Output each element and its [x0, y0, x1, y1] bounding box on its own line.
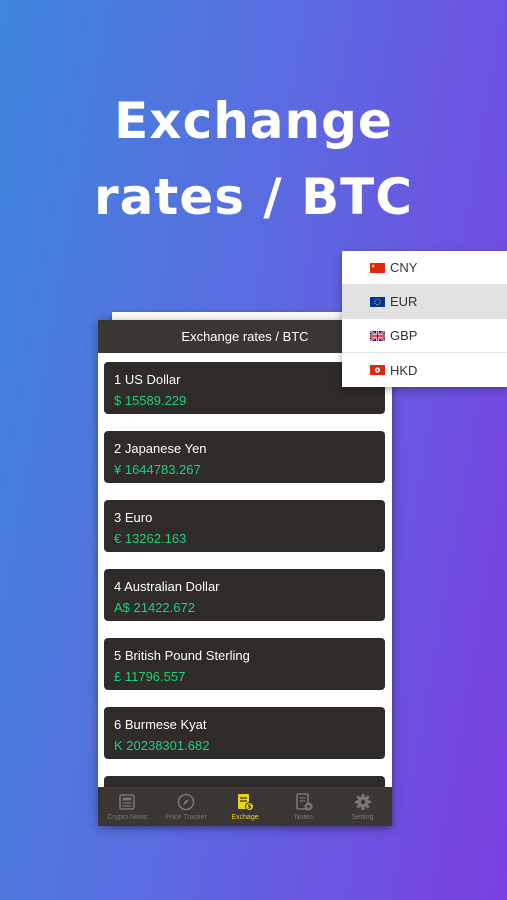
- rate-value: K 20238301.682: [114, 738, 210, 753]
- rate-name: 5 British Pound Sterling: [114, 648, 250, 663]
- rate-value: £ 11796.557: [114, 669, 186, 684]
- tab-exchage[interactable]: $ Exchage: [216, 787, 275, 826]
- tab-notes[interactable]: Notes: [274, 787, 333, 826]
- tab-crypto-news[interactable]: Crypto News: [98, 787, 157, 826]
- headline-line-2: rates / BTC: [94, 168, 413, 226]
- rate-value: $ 15589.229: [114, 393, 187, 408]
- dropdown-item-gbp[interactable]: GBP: [342, 319, 507, 353]
- rate-card[interactable]: 3 Euro € 13262.163: [104, 500, 385, 552]
- uk-flag-icon: [370, 331, 385, 341]
- rate-card[interactable]: 6 Burmese Kyat K 20238301.682: [104, 707, 385, 759]
- currency-code: HKD: [390, 362, 418, 378]
- china-flag-icon: [370, 263, 385, 273]
- dropdown-item-hkd[interactable]: HKD: [342, 353, 507, 387]
- nav-title: Exchange rates / BTC: [181, 329, 309, 344]
- gear-icon: [354, 794, 371, 810]
- rate-value: ¥ 1644783.267: [114, 462, 201, 477]
- notes-icon: [295, 793, 313, 811]
- tab-label: Exchage: [231, 814, 259, 821]
- currency-code: CNY: [390, 260, 418, 275]
- dropdown-item-cny[interactable]: CNY: [342, 251, 507, 285]
- tab-label: Setting: [351, 814, 374, 821]
- compass-icon: [177, 793, 195, 811]
- eu-flag-icon: [370, 297, 385, 307]
- newspaper-icon: [119, 794, 136, 810]
- svg-text:$: $: [247, 804, 251, 811]
- tab-price-tracker[interactable]: Price Tracker: [157, 787, 216, 826]
- app-screen: Exchange rates / BTC 1 US Dollar $ 15589…: [98, 320, 392, 826]
- rate-card[interactable]: 2 Japanese Yen ¥ 1644783.267: [104, 431, 385, 483]
- currency-dropdown: CNY EUR GBP HKD: [342, 251, 507, 387]
- rate-name: 3 Euro: [114, 510, 153, 525]
- tab-label: Price Tracker: [165, 814, 207, 821]
- rate-card[interactable]: 5 British Pound Sterling £ 11796.557: [104, 638, 385, 690]
- rate-name: 1 US Dollar: [114, 372, 181, 387]
- rate-value: A$ 21422.672: [114, 600, 195, 615]
- hong-kong-flag-icon: [370, 365, 385, 375]
- rate-name: 6 Burmese Kyat: [114, 717, 207, 732]
- rate-card[interactable]: 4 Australian Dollar A$ 21422.672: [104, 569, 385, 621]
- rate-value: € 13262.163: [114, 531, 187, 546]
- rate-name: 2 Japanese Yen: [114, 441, 207, 456]
- currency-code: GBP: [390, 328, 418, 343]
- tab-setting[interactable]: Setting: [333, 787, 392, 826]
- headline-line-1: Exchange: [114, 92, 393, 150]
- exchange-icon: $: [237, 794, 254, 811]
- rate-name: 4 Australian Dollar: [114, 579, 220, 594]
- tab-label: Crypto News: [107, 814, 148, 821]
- tab-label: Notes: [294, 814, 313, 821]
- currency-code: EUR: [390, 294, 418, 309]
- dropdown-item-eur[interactable]: EUR: [342, 285, 507, 319]
- tab-bar: Crypto News Price Tracker $ Exchage Note…: [98, 787, 392, 826]
